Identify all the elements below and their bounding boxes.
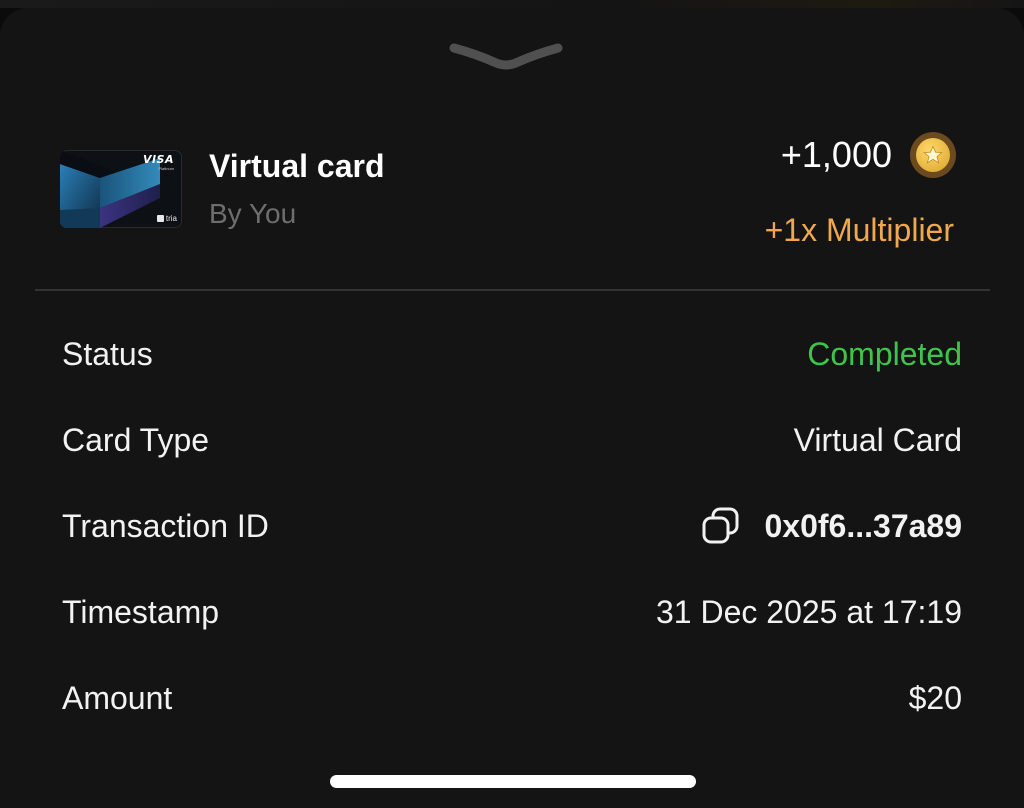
detail-row-timestamp: Timestamp 31 Dec 2025 at 17:19	[62, 592, 962, 632]
transaction-id-wrap: 0x0f6...37a89	[701, 506, 963, 546]
multiplier-label: +1x Multiplier	[764, 212, 954, 248]
tria-logo: tria	[156, 214, 177, 223]
virtual-card-thumbnail: VISA Platinum tria	[60, 150, 182, 228]
transaction-title: Virtual card	[209, 148, 385, 184]
detail-row-card-type: Card Type Virtual Card	[62, 420, 962, 460]
detail-row-status: Status Completed	[62, 334, 962, 374]
copy-icon[interactable]	[701, 506, 741, 546]
timestamp-value: 31 Dec 2025 at 17:19	[655, 593, 962, 630]
divider	[35, 289, 990, 291]
amount-value: $20	[908, 679, 962, 716]
visa-sublabel: Platinum	[158, 166, 174, 171]
detail-row-transaction-id: Transaction ID 0x0f6...37a89	[62, 506, 962, 546]
transaction-id-label: Transaction ID	[62, 507, 269, 544]
tria-mark-icon	[156, 215, 164, 222]
transaction-subtitle: By You	[209, 198, 297, 229]
points-reward: +1,000	[781, 132, 956, 178]
star-coin-icon	[910, 132, 956, 178]
detail-row-amount: Amount $20	[62, 678, 962, 718]
top-edge	[0, 0, 1024, 8]
card-type-label: Card Type	[62, 421, 210, 458]
status-value: Completed	[807, 335, 962, 372]
timestamp-label: Timestamp	[62, 593, 220, 630]
amount-label: Amount	[62, 679, 173, 716]
home-indicator[interactable]	[330, 775, 696, 788]
status-label: Status	[62, 335, 153, 372]
transaction-id-value[interactable]: 0x0f6...37a89	[765, 508, 963, 545]
points-value: +1,000	[780, 134, 892, 175]
visa-logo: VISA	[142, 153, 174, 166]
card-type-value: Virtual Card	[793, 421, 962, 458]
chevron-down-icon[interactable]	[446, 34, 566, 78]
tria-label: tria	[165, 214, 177, 223]
